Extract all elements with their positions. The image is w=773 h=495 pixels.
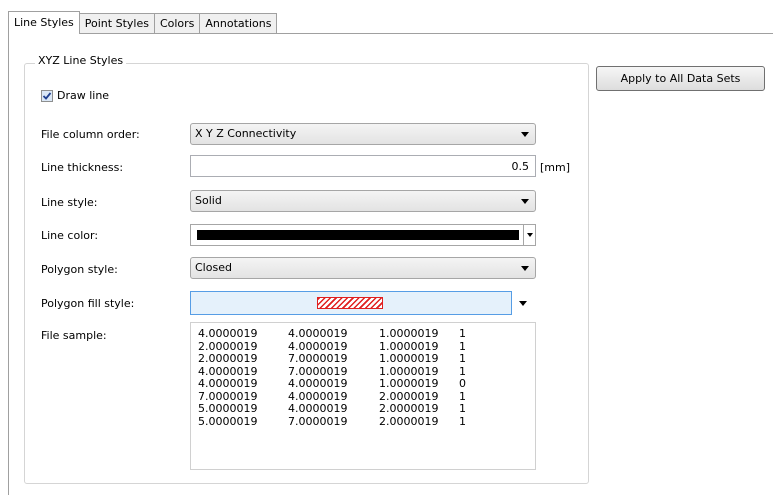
file-sample-row: 2.0000019 7.0000019 1.0000019 1 [191,352,535,366]
line-style-select[interactable]: Solid [190,190,536,212]
file-sample-cell: 4.0000019 [288,327,348,340]
file-column-order-value: X Y Z Connectivity [195,127,297,140]
file-sample-row: 4.0000019 4.0000019 1.0000019 0 [191,377,535,391]
chevron-down-icon[interactable] [519,301,527,306]
file-sample-row: 4.0000019 4.0000019 1.0000019 1 [191,327,535,341]
group-title: XYZ Line Styles [35,54,127,67]
line-style-label: Line style: [41,196,98,209]
file-sample-cell: 7.0000019 [288,352,348,365]
line-thickness-input[interactable] [190,155,536,177]
chevron-down-icon [521,132,529,137]
fill-pattern-swatch [317,297,383,309]
file-sample-cell: 1 [459,402,466,415]
apply-to-all-data-sets-button[interactable]: Apply to All Data Sets [596,66,765,91]
file-column-order-label: File column order: [41,128,140,141]
file-sample-cell: 4.0000019 [198,327,258,340]
file-sample-cell: 2.0000019 [379,402,439,415]
chevron-down-icon [521,199,529,204]
polygon-style-select[interactable]: Closed [190,257,536,279]
file-sample-cell: 4.0000019 [288,402,348,415]
file-sample-cell: 0 [459,377,466,390]
file-sample-cell: 1 [459,327,466,340]
line-color-label: Line color: [41,229,99,242]
file-sample-cell: 4.0000019 [288,377,348,390]
tab-colors[interactable]: Colors [153,13,201,34]
file-column-order-select[interactable]: X Y Z Connectivity [190,123,536,145]
checkmark-icon [41,89,53,102]
tab-annotations[interactable]: Annotations [199,13,278,34]
file-sample-cell: 1.0000019 [379,352,439,365]
tab-strip: Line Styles Point Styles Colors Annotati… [8,11,278,34]
file-sample-cell: 2.0000019 [379,414,439,428]
file-sample-cell: 2.0000019 [198,352,258,365]
line-thickness-unit: [mm] [540,161,571,174]
file-sample-box: 4.0000019 4.0000019 1.0000019 1 2.0000019 4.0… [190,322,536,470]
chevron-down-icon [527,233,533,237]
polygon-style-value: Closed [195,261,232,274]
draw-line-checkbox[interactable]: Draw line [41,89,109,102]
file-sample-cell: 1 [459,414,466,428]
line-color-dropdown-button[interactable] [523,225,535,245]
tab-line-styles[interactable]: Line Styles [8,11,80,34]
file-sample-cell: 7.0000019 [288,414,348,428]
file-sample-cell: 5.0000019 [198,402,258,415]
line-thickness-label: Line thickness: [41,161,124,174]
polygon-fill-style-label: Polygon fill style: [41,297,135,310]
chevron-down-icon [521,266,529,271]
file-sample-cell: 1 [459,352,466,365]
file-sample-cell: 5.0000019 [198,414,258,428]
line-color-picker[interactable] [190,224,536,246]
polygon-style-label: Polygon style: [41,263,118,276]
file-sample-cell: 1.0000019 [379,377,439,390]
polygon-fill-style-select[interactable] [190,291,512,315]
line-color-swatch [197,230,519,240]
file-sample-row: 5.0000019 7.0000019 2.0000019 1 [191,414,535,429]
file-sample-cell: 4.0000019 [198,377,258,390]
line-style-value: Solid [195,194,222,207]
draw-line-label: Draw line [57,89,110,102]
tab-point-styles[interactable]: Point Styles [78,13,155,34]
file-sample-label: File sample: [41,329,107,342]
file-sample-row: 5.0000019 4.0000019 2.0000019 1 [191,402,535,416]
file-sample-cell: 1.0000019 [379,327,439,340]
